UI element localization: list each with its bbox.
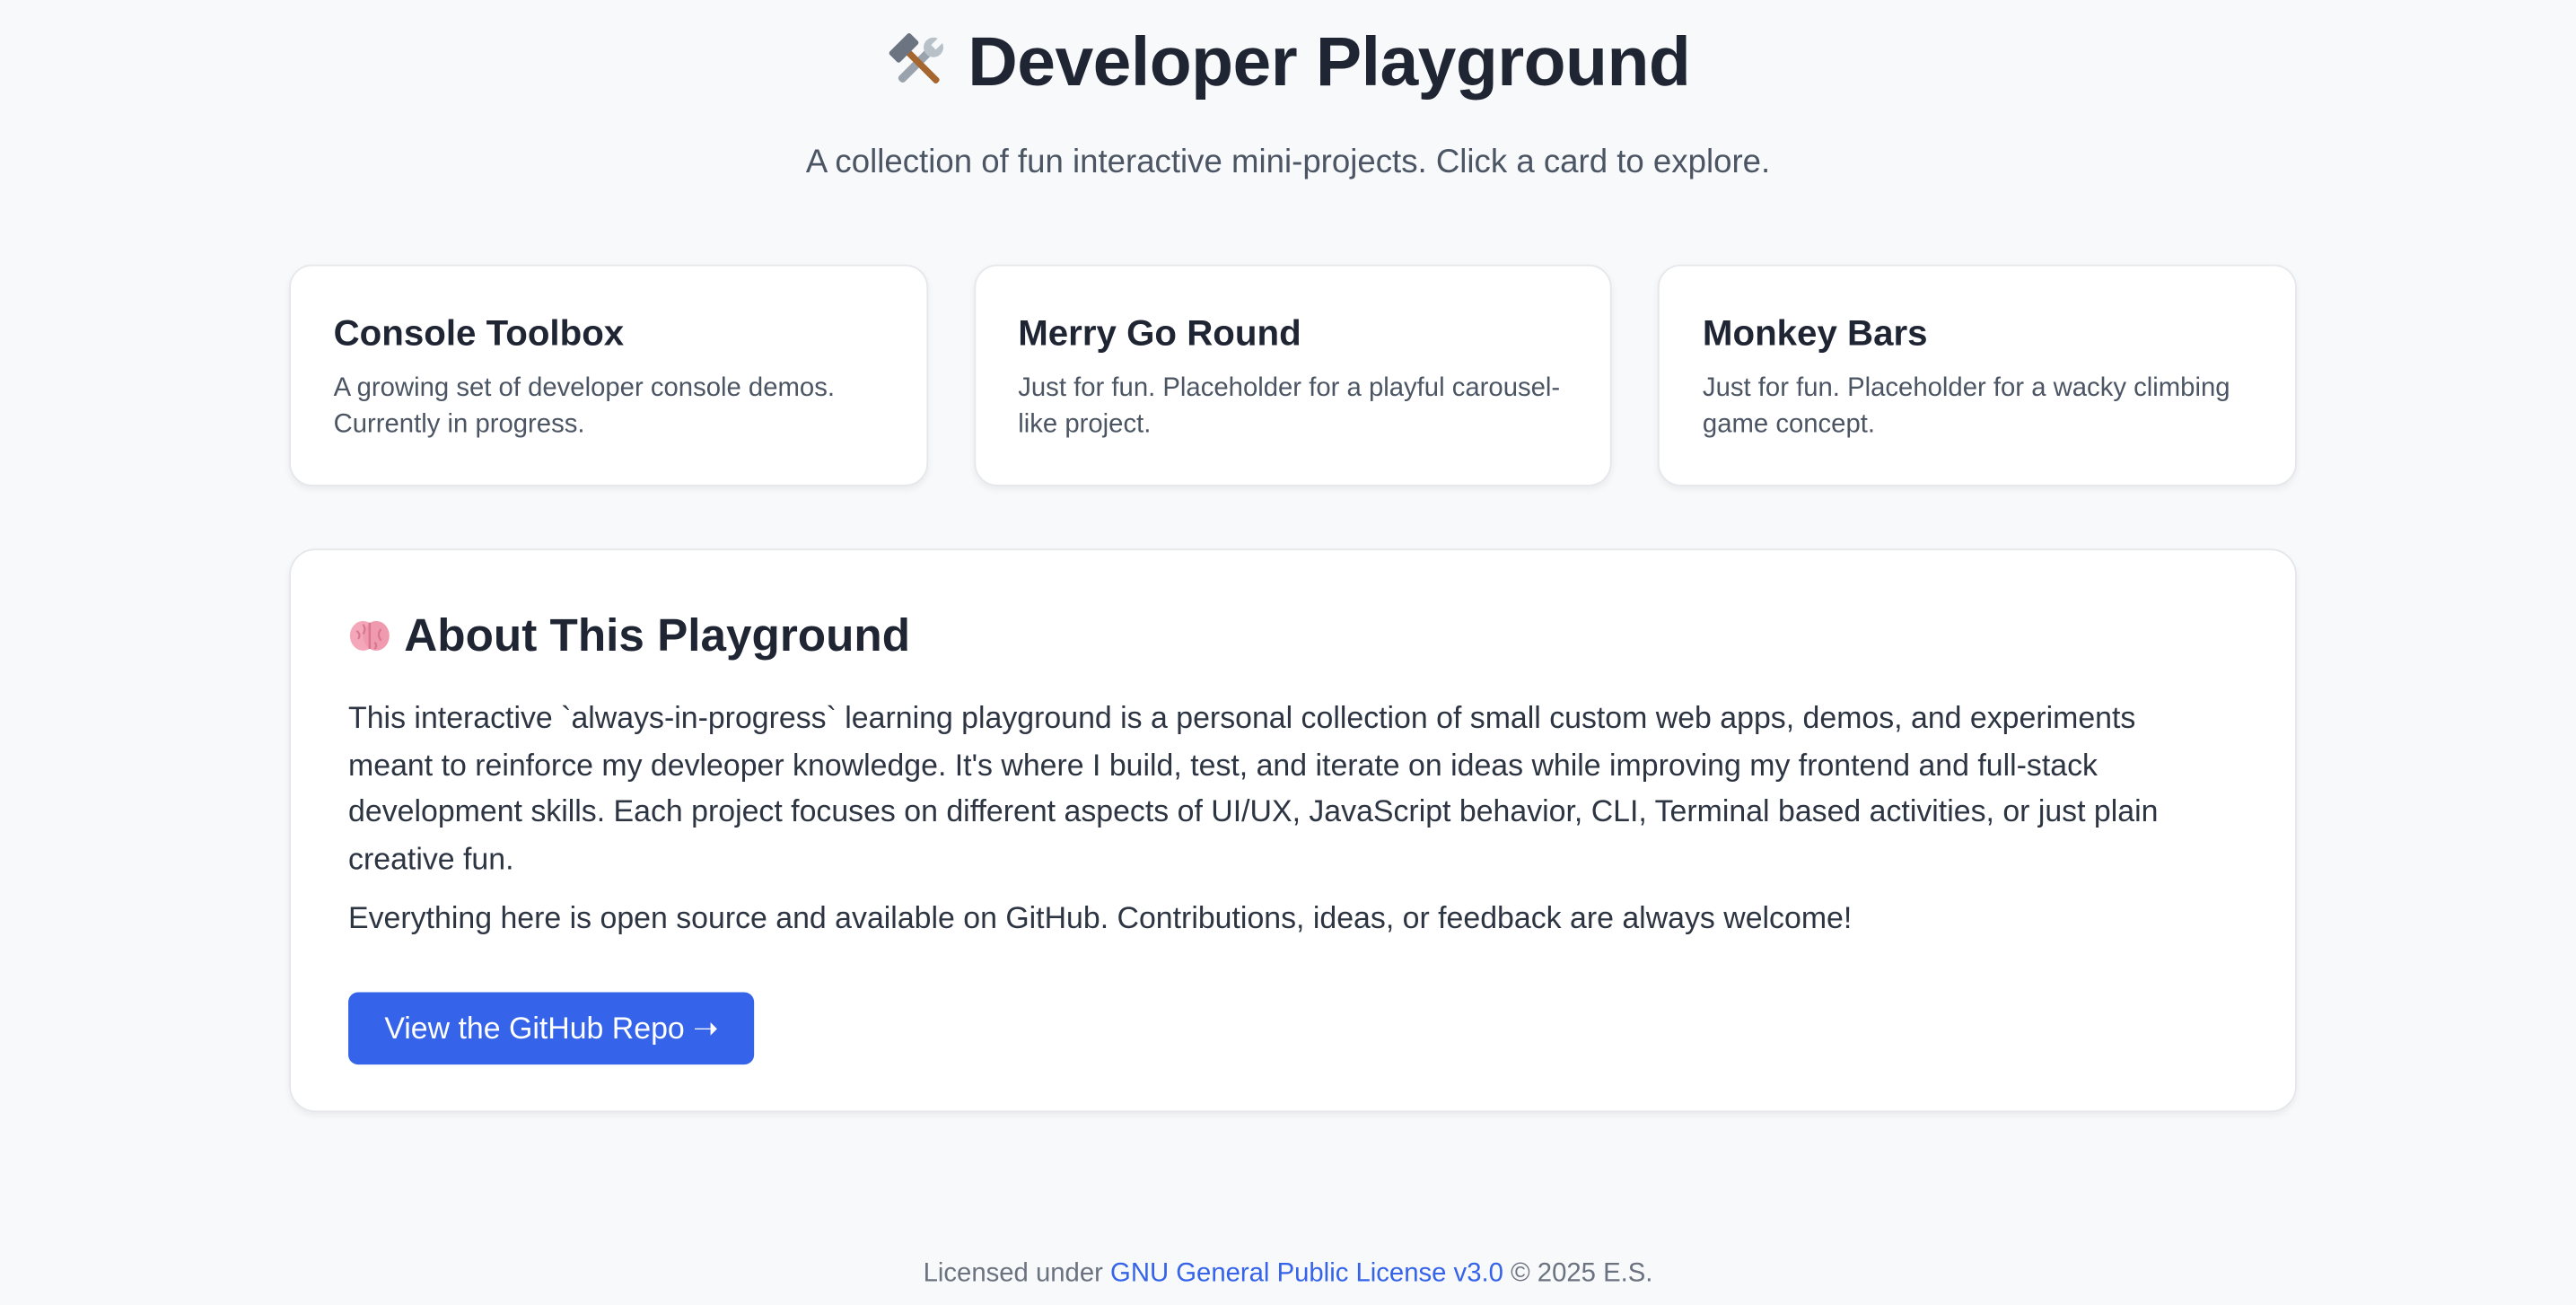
card-title: Merry Go Round: [1018, 311, 1301, 354]
view-github-repo-button[interactable]: View the GitHub Repo ➝: [348, 991, 755, 1064]
about-title: About This Playground: [348, 606, 2238, 665]
header: Developer Playground: [0, 16, 2576, 109]
project-cards: Console Toolbox A growing set of develop…: [289, 264, 2297, 486]
card-console-toolbox[interactable]: Console Toolbox A growing set of develop…: [289, 264, 928, 486]
card-title: Monkey Bars: [1702, 311, 1928, 354]
card-title: Console Toolbox: [333, 311, 625, 354]
hammer-and-wrench-icon: [889, 33, 944, 84]
card-description: Just for fun. Placeholder for a playful …: [1018, 374, 1561, 439]
page: Developer Playground A collection of fun…: [0, 0, 2576, 1304]
footer-prefix: Licensed under: [923, 1259, 1103, 1289]
page-title: Developer Playground: [886, 16, 1691, 109]
page-title-text: Developer Playground: [968, 22, 1691, 101]
card-merry-go-round[interactable]: Merry Go Round Just for fun. Placeholder…: [973, 264, 1613, 486]
brain-icon: [349, 620, 390, 651]
license-link[interactable]: GNU General Public License v3.0: [1110, 1260, 1503, 1288]
about-paragraph-2: Everything here is open source and avail…: [348, 900, 1853, 935]
card-description: Just for fun. Placeholder for a wacky cl…: [1702, 374, 2230, 439]
about-title-text: About This Playground: [404, 609, 911, 661]
about-paragraph-1: This interactive `always-in-progress` le…: [348, 699, 2159, 875]
card-monkey-bars[interactable]: Monkey Bars Just for fun. Placeholder fo…: [1658, 264, 2297, 486]
about-section: About This Playground This interactive `…: [289, 548, 2297, 1113]
footer-copyright: © 2025 E.S.: [1511, 1259, 1653, 1289]
card-description: A growing set of developer console demos…: [333, 374, 835, 439]
page-subtitle: A collection of fun interactive mini-pro…: [805, 145, 1771, 181]
footer: Licensed under GNU General Public Licens…: [0, 1258, 2576, 1292]
